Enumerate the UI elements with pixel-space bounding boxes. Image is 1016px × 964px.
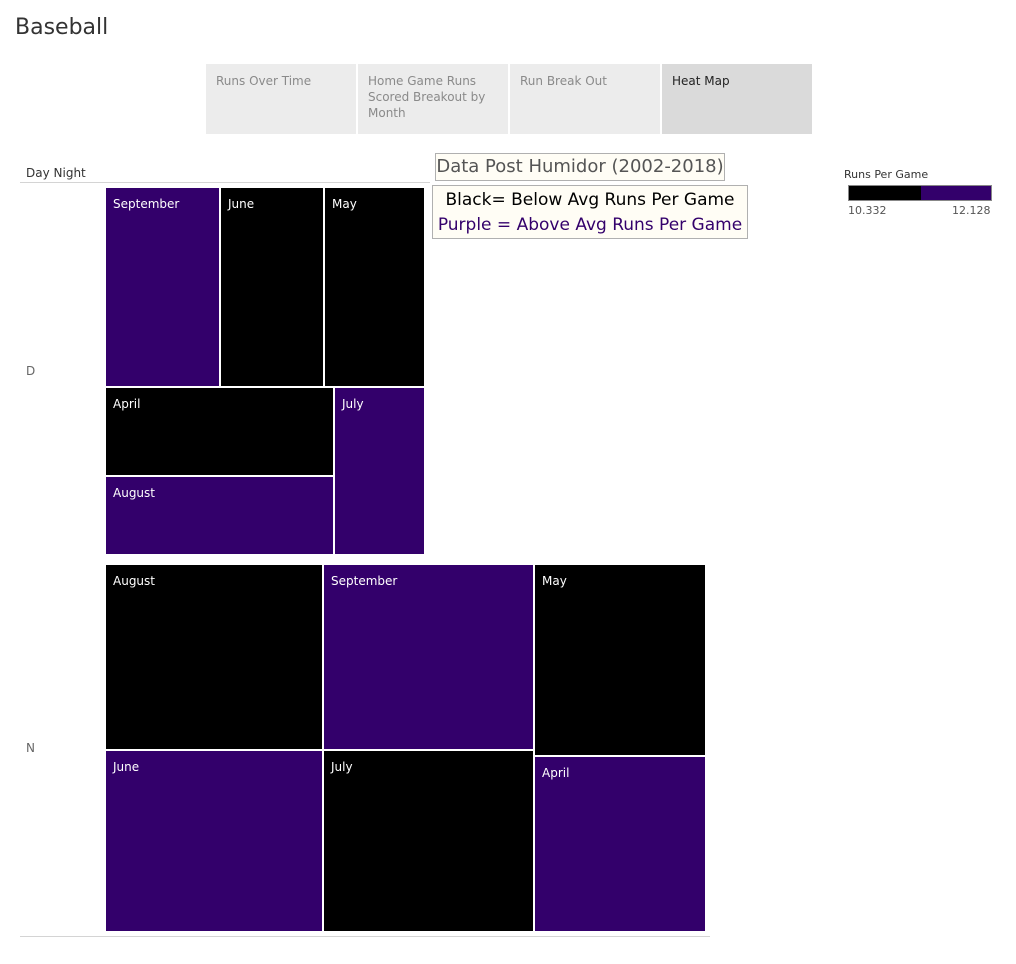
legend-segment-below: [849, 186, 921, 200]
heatmap-cell-d-june[interactable]: June: [220, 187, 324, 387]
legend-title: Runs Per Game: [844, 168, 929, 181]
heatmap-cell-d-august[interactable]: August: [105, 476, 334, 555]
legend-color-bar: [848, 185, 992, 201]
legend-max-value: 12.128: [952, 204, 991, 217]
tab-run-break-out[interactable]: Run Break Out: [510, 64, 660, 134]
heatmap-cell-n-august[interactable]: August: [105, 564, 323, 750]
legend-segment-above: [921, 186, 991, 200]
day-night-header: Day Night: [26, 166, 86, 180]
heatmap-cell-d-may[interactable]: May: [324, 187, 425, 387]
heatmap-cell-n-may[interactable]: May: [534, 564, 706, 756]
annotation-color-key: Black= Below Avg Runs Per Game Purple = …: [432, 185, 748, 239]
annotation-purple-line: Purple = Above Avg Runs Per Game: [437, 215, 743, 235]
legend-min-value: 10.332: [848, 204, 887, 217]
heatmap-cell-d-april[interactable]: April: [105, 387, 334, 476]
annotation-black-line: Black= Below Avg Runs Per Game: [445, 190, 735, 210]
tab-runs-over-time[interactable]: Runs Over Time: [206, 64, 356, 134]
tab-heat-map[interactable]: Heat Map: [662, 64, 812, 134]
row-label-day: D: [26, 364, 36, 378]
tab-home-game-runs[interactable]: Home Game Runs Scored Breakout by Month: [358, 64, 508, 134]
bottom-divider: [20, 936, 710, 937]
page-title: Baseball: [15, 15, 109, 40]
heatmap-cell-d-july[interactable]: July: [334, 387, 425, 555]
heatmap-cell-n-april[interactable]: April: [534, 756, 706, 932]
annotation-title: Data Post Humidor (2002-2018): [435, 153, 725, 181]
header-divider: [20, 182, 430, 183]
row-label-night: N: [26, 741, 35, 755]
heatmap-cell-n-july[interactable]: July: [323, 750, 534, 932]
heatmap-cell-n-september[interactable]: September: [323, 564, 534, 750]
heatmap-cell-n-june[interactable]: June: [105, 750, 323, 932]
heatmap-cell-d-september[interactable]: September: [105, 187, 220, 387]
